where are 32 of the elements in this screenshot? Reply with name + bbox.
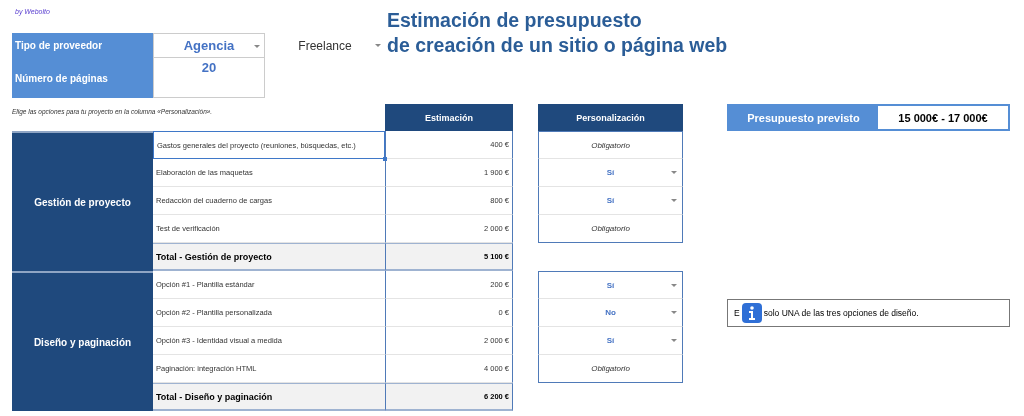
column-header: Estimación [385, 104, 513, 131]
budget-label: Presupuesto previsto [729, 106, 878, 129]
caret-icon [671, 199, 677, 203]
caret-icon [671, 339, 677, 343]
caret-icon [671, 171, 677, 175]
provider-label: Tipo de proveedor [12, 33, 153, 58]
caret-icon [671, 311, 677, 315]
total-label: Total - Gestión de proyecto [153, 243, 385, 271]
column-header: Personalización [538, 104, 683, 131]
choice-dropdown[interactable]: Sí [539, 272, 682, 298]
total-label: Total - Diseño y paginación [153, 383, 385, 411]
page-title: Estimación de presupuesto de creación de un sitio o página web [387, 8, 728, 58]
note-text: solo UNA de las tres opciones de diseño. [763, 308, 919, 318]
provider-option[interactable]: Freelance [265, 33, 385, 58]
caret-icon [254, 45, 260, 49]
choice-dropdown[interactable]: Sí [539, 327, 682, 354]
required-text: Obligatorio [591, 224, 630, 233]
budget-value: 15 000€ - 17 000€ [897, 110, 989, 126]
info-icon [741, 303, 762, 323]
pages-field[interactable]: 20 [153, 58, 265, 98]
note-text: E [734, 308, 740, 318]
provider-option[interactable]: Agencia [153, 33, 265, 58]
caret-icon [375, 44, 381, 48]
section-label: Diseño y paginación [12, 271, 153, 411]
required-text: Obligatorio [591, 364, 630, 373]
choice-dropdown[interactable]: No [539, 299, 682, 326]
section-label: Gestión de proyecto [12, 131, 153, 271]
choice-dropdown[interactable]: Sí [539, 187, 682, 214]
caret-icon [671, 284, 677, 288]
required-text: Obligatorio [591, 140, 630, 150]
choice-dropdown[interactable]: Sí [539, 159, 682, 186]
pages-label: Número de páginas [12, 58, 153, 98]
